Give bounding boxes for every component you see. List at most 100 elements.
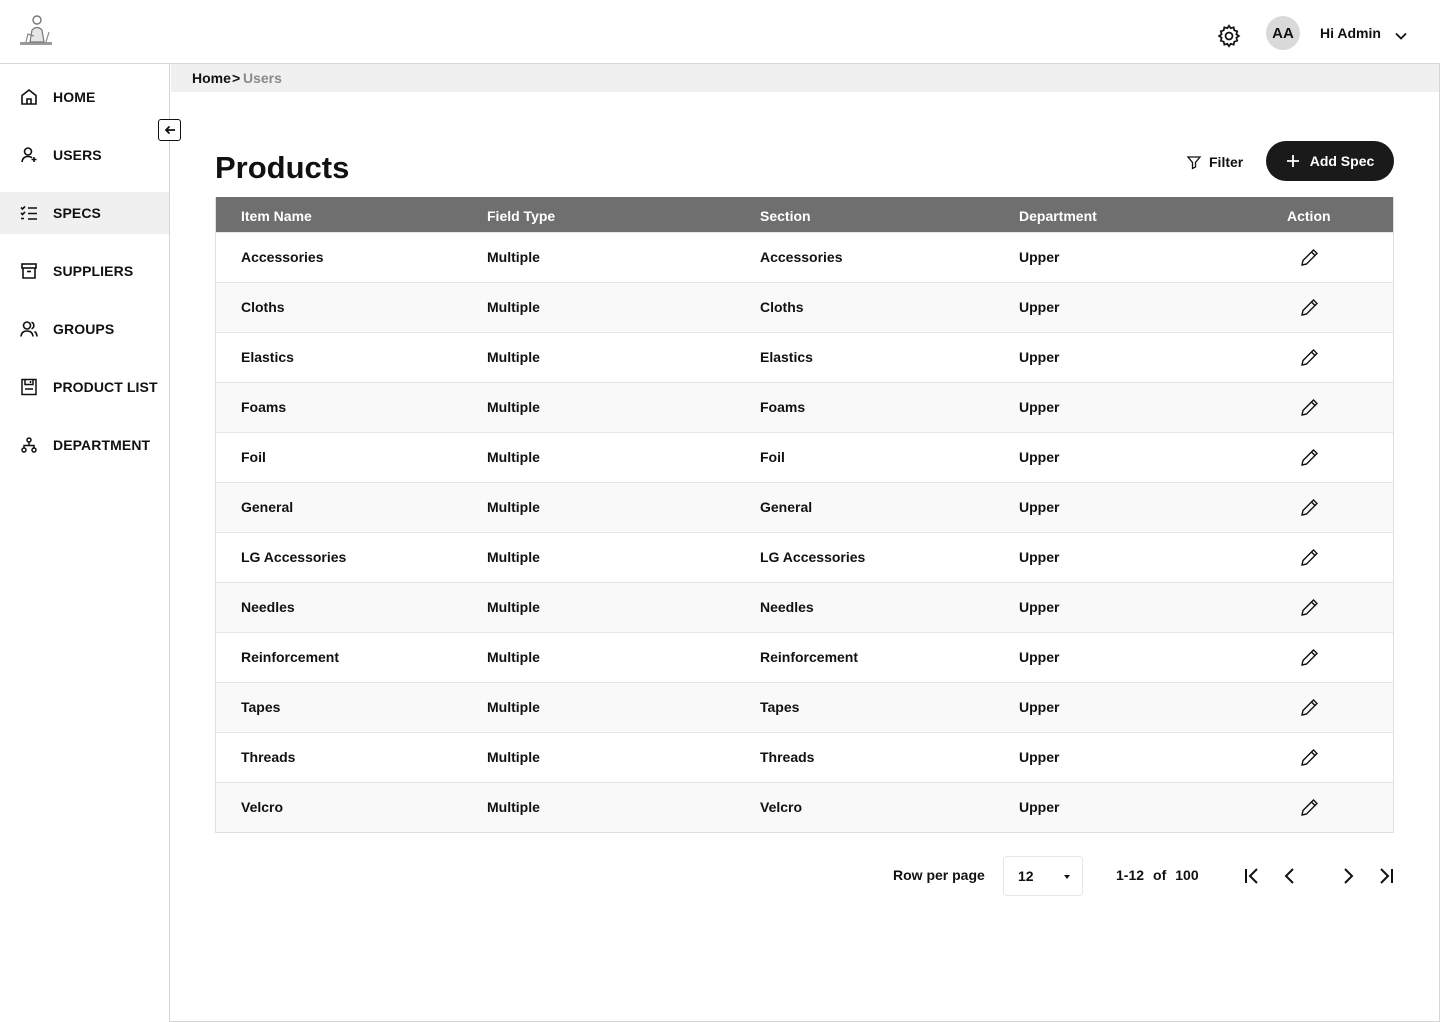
sidebar: HOME USERS SPECS SUPPLIERS GROUPS PRODUC… (0, 64, 170, 1022)
table-row: Foams Multiple Foams Upper (216, 382, 1393, 432)
column-header-section[interactable]: Section (760, 208, 811, 224)
pagination-total: 100 (1175, 867, 1199, 883)
cell-field-type: Multiple (487, 799, 540, 815)
table-header-row: Item Name Field Type Section Department … (216, 197, 1393, 232)
sidebar-item-label: DEPARTMENT (53, 437, 151, 453)
cell-item-name: Cloths (241, 299, 285, 315)
archive-box-icon (18, 260, 40, 282)
edit-icon[interactable] (1298, 447, 1320, 469)
sidebar-item-label: GROUPS (53, 321, 115, 337)
cell-department: Upper (1019, 749, 1060, 765)
floppy-disk-icon (18, 376, 40, 398)
filter-button[interactable]: Filter (1186, 150, 1243, 174)
caret-down-icon (1064, 875, 1070, 879)
sidebar-collapse-button[interactable] (158, 119, 181, 141)
column-header-department[interactable]: Department (1019, 208, 1097, 224)
breadcrumb-current: Users (243, 70, 282, 86)
cell-section: Threads (760, 749, 815, 765)
sidebar-item-suppliers[interactable]: SUPPLIERS (0, 250, 169, 292)
table-row: Accessories Multiple Accessories Upper (216, 232, 1393, 282)
user-greeting[interactable]: Hi Admin (1320, 25, 1381, 41)
cell-field-type: Multiple (487, 249, 540, 265)
table-row: Threads Multiple Threads Upper (216, 732, 1393, 782)
table-row: Reinforcement Multiple Reinforcement Upper (216, 632, 1393, 682)
cell-field-type: Multiple (487, 599, 540, 615)
edit-icon[interactable] (1298, 647, 1320, 669)
cell-section: Accessories (760, 249, 843, 265)
gear-icon[interactable] (1216, 23, 1242, 49)
sidebar-item-label: USERS (53, 147, 102, 163)
sidebar-item-specs[interactable]: SPECS (0, 192, 169, 234)
rows-per-page-select[interactable]: 12 (1003, 856, 1083, 896)
cell-item-name: Threads (241, 749, 296, 765)
user-icon (18, 144, 40, 166)
table-row: Tapes Multiple Tapes Upper (216, 682, 1393, 732)
table-row: Velcro Multiple Velcro Upper (216, 782, 1393, 832)
last-page-icon[interactable] (1374, 864, 1398, 888)
table-row: Elastics Multiple Elastics Upper (216, 332, 1393, 382)
edit-icon[interactable] (1298, 247, 1320, 269)
cell-department: Upper (1019, 599, 1060, 615)
sidebar-item-product-list[interactable]: PRODUCT LIST (0, 366, 169, 408)
sidebar-item-department[interactable]: DEPARTMENT (0, 424, 169, 466)
edit-icon[interactable] (1298, 297, 1320, 319)
cell-section: Needles (760, 599, 814, 615)
cell-field-type: Multiple (487, 449, 540, 465)
edit-icon[interactable] (1298, 397, 1320, 419)
edit-icon[interactable] (1298, 347, 1320, 369)
cell-item-name: Accessories (241, 249, 324, 265)
edit-icon[interactable] (1298, 497, 1320, 519)
avatar[interactable]: AA (1266, 16, 1300, 50)
arrow-left-icon (164, 125, 175, 135)
rows-per-page-value: 12 (1018, 868, 1034, 884)
logo-icon[interactable] (16, 12, 56, 52)
group-icon (18, 318, 40, 340)
table-row: LG Accessories Multiple LG Accessories Uppe… (216, 532, 1393, 582)
previous-page-icon[interactable] (1278, 864, 1302, 888)
sidebar-item-label: SUPPLIERS (53, 263, 134, 279)
edit-icon[interactable] (1298, 597, 1320, 619)
sidebar-item-home[interactable]: HOME (0, 76, 169, 118)
home-icon (18, 86, 40, 108)
edit-icon[interactable] (1298, 547, 1320, 569)
add-spec-label: Add Spec (1309, 153, 1375, 169)
breadcrumb-separator: > (232, 70, 241, 86)
cell-department: Upper (1019, 449, 1060, 465)
cell-field-type: Multiple (487, 699, 540, 715)
cell-item-name: Velcro (241, 799, 284, 815)
sidebar-item-users[interactable]: USERS (0, 134, 169, 176)
table-row: General Multiple General Upper (216, 482, 1393, 532)
edit-icon[interactable] (1298, 747, 1320, 769)
cell-department: Upper (1019, 249, 1060, 265)
page-title: Products (215, 150, 350, 185)
sidebar-item-groups[interactable]: GROUPS (0, 308, 169, 350)
first-page-icon[interactable] (1240, 864, 1264, 888)
breadcrumb-home-link[interactable]: Home (192, 70, 231, 86)
cell-department: Upper (1019, 699, 1060, 715)
column-header-item-name[interactable]: Item Name (241, 208, 312, 224)
rows-per-page-label: Row per page (893, 867, 985, 883)
cell-section: Reinforcement (760, 649, 859, 665)
column-header-action: Action (1287, 208, 1331, 224)
table-row: Needles Multiple Needles Upper (216, 582, 1393, 632)
filter-icon (1186, 156, 1202, 170)
cell-field-type: Multiple (487, 549, 540, 565)
cell-item-name: Needles (241, 599, 295, 615)
cell-item-name: Elastics (241, 349, 294, 365)
cell-field-type: Multiple (487, 399, 540, 415)
add-spec-button[interactable]: Add Spec (1266, 141, 1394, 181)
edit-icon[interactable] (1298, 697, 1320, 719)
sidebar-item-label: HOME (53, 89, 96, 105)
cell-department: Upper (1019, 399, 1060, 415)
cell-field-type: Multiple (487, 499, 540, 515)
sidebar-item-label: SPECS (53, 205, 101, 221)
pagination-range: 1-12 of 100 (1116, 867, 1199, 883)
column-header-field-type[interactable]: Field Type (487, 208, 555, 224)
cell-section: Velcro (760, 799, 803, 815)
cell-item-name: Tapes (241, 699, 281, 715)
sidebar-item-label: PRODUCT LIST (53, 379, 158, 395)
plus-icon (1286, 155, 1299, 167)
edit-icon[interactable] (1298, 797, 1320, 819)
chevron-down-icon[interactable] (1393, 28, 1409, 44)
next-page-icon[interactable] (1336, 864, 1360, 888)
